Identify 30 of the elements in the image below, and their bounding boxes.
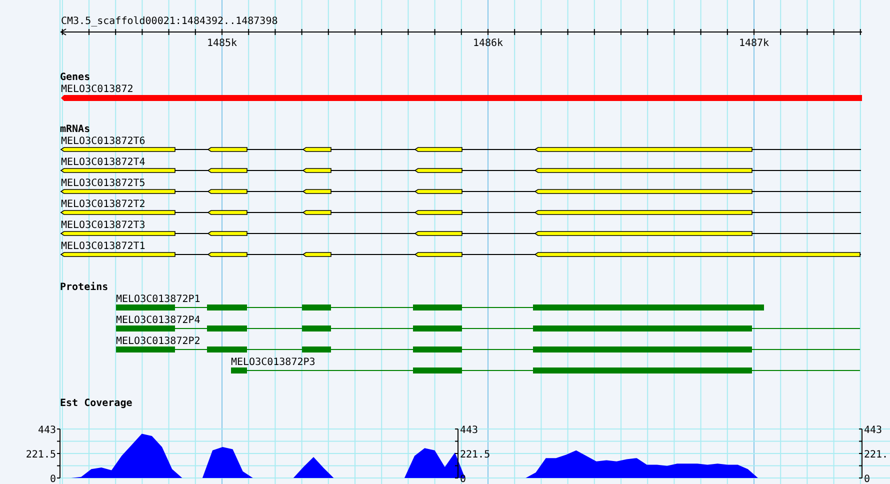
transcript-name: MELO3C013872T1 — [61, 241, 146, 252]
track-label: Est Coverage — [60, 398, 132, 409]
transcript-name: MELO3C013872T3 — [61, 220, 146, 231]
y-tick-label: 0 — [864, 474, 870, 484]
protein-name: MELO3C013872P1 — [116, 294, 200, 305]
transcript-name: MELO3C013872T5 — [61, 178, 146, 189]
track-label: mRNAs — [60, 124, 90, 135]
y-tick-label: 443 — [864, 425, 882, 436]
y-tick-label: 221. — [864, 450, 888, 460]
ruler-tick-label: 1487k — [738, 38, 770, 49]
y-axis — [56, 428, 60, 478]
y-tick-label: 443 — [460, 425, 478, 436]
ruler-tick-label: 1485k — [206, 38, 238, 49]
y-tick-label: 221.5 — [460, 450, 490, 460]
track-label: Genes — [60, 72, 90, 83]
protein-name: MELO3C013872P3 — [231, 357, 316, 368]
ruler-title: CM3.5_scaffold00021:1484392..1487398 — [61, 16, 278, 27]
gene-name: MELO3C013872 — [61, 84, 134, 95]
y-axis — [454, 428, 458, 478]
transcript-name: MELO3C013872T6 — [61, 136, 146, 147]
transcript-name: MELO3C013872T2 — [61, 199, 146, 210]
y-tick-label: 0 — [50, 474, 56, 484]
y-axis — [858, 428, 862, 478]
ruler-tick-label: 1486k — [472, 38, 504, 49]
track-label: Proteins — [60, 282, 108, 293]
protein-name: MELO3C013872P2 — [116, 336, 200, 347]
transcript-name: MELO3C013872T4 — [61, 157, 146, 168]
protein-name: MELO3C013872P4 — [116, 315, 200, 326]
y-tick-label: 221.5 — [26, 450, 56, 460]
y-tick-label: 443 — [38, 425, 56, 436]
